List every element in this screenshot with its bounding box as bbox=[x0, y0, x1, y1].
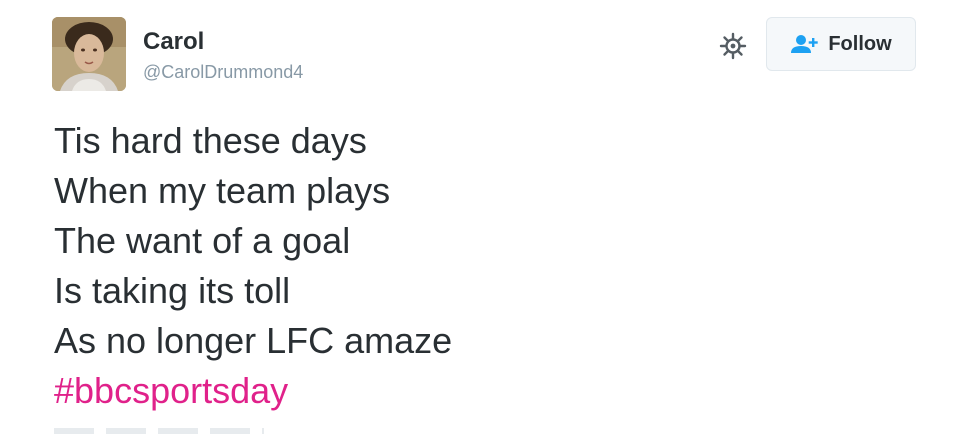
add-user-icon bbox=[791, 35, 819, 53]
gear-icon[interactable] bbox=[718, 31, 748, 61]
tweet-line: Is taking its toll bbox=[54, 270, 291, 311]
follow-label: Follow bbox=[828, 32, 892, 55]
avatar-portrait-image bbox=[52, 17, 126, 91]
tweet-text: Tis hard these days When my team plays T… bbox=[54, 116, 452, 366]
hashtag-link[interactable]: #bbcsportsday bbox=[54, 366, 288, 416]
user-handle[interactable]: @CarolDrummond4 bbox=[143, 61, 303, 83]
tweet-line: Tis hard these days bbox=[54, 120, 367, 161]
tweet-line: The want of a goal bbox=[54, 220, 351, 261]
tweet-card: Carol @CarolDrummond4 Follow Tis hard th… bbox=[0, 0, 976, 437]
user-name[interactable]: Carol bbox=[143, 27, 204, 57]
avatar[interactable] bbox=[52, 17, 126, 91]
tweet-line: As no longer LFC amaze bbox=[54, 320, 453, 361]
cropped-timestamp-divider bbox=[54, 428, 264, 434]
follow-button[interactable]: Follow bbox=[766, 17, 916, 71]
tweet-line: When my team plays bbox=[54, 170, 391, 211]
